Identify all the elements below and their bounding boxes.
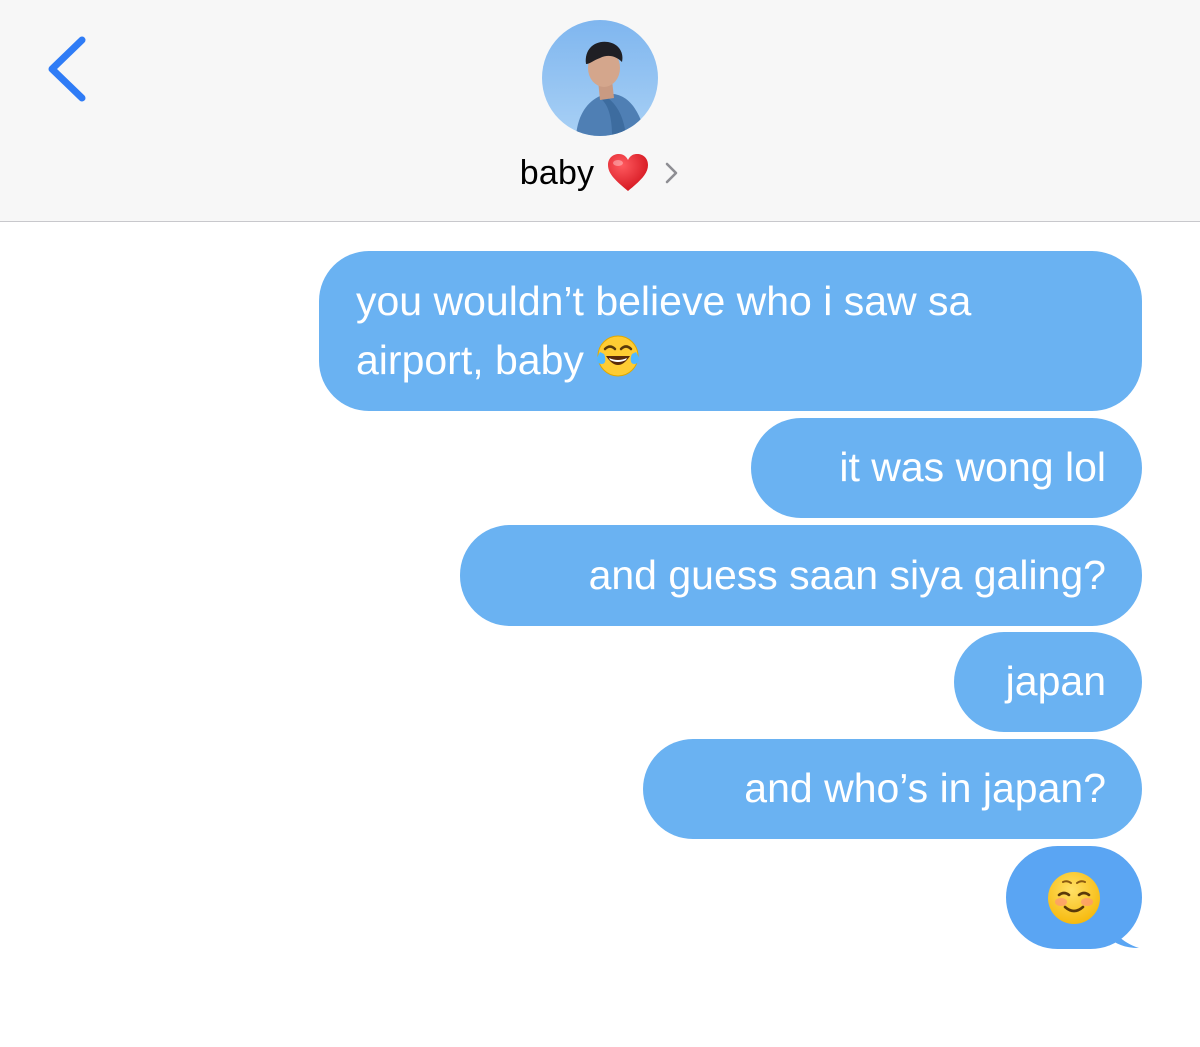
message-bubble[interactable]: japan	[954, 632, 1142, 732]
conversation-header: baby	[0, 0, 1200, 222]
message-bubble[interactable]: you wouldn’t believe who i saw sa airpor…	[319, 251, 1142, 411]
message-text: and who’s in japan?	[744, 765, 1106, 811]
chevron-left-icon	[48, 36, 86, 102]
contact-avatar[interactable]	[542, 20, 658, 136]
chevron-right-icon	[664, 160, 680, 186]
message-text: japan	[1005, 658, 1106, 704]
back-button[interactable]	[38, 30, 98, 110]
message-bubble[interactable]: and who’s in japan?	[643, 739, 1142, 839]
message-text: it was wong lol	[839, 444, 1106, 490]
red-heart-icon	[606, 153, 650, 193]
message-text: and guess saan siya galing?	[588, 552, 1106, 598]
bubble-tail	[1107, 918, 1157, 950]
message-text-line2: airport, baby	[356, 331, 1098, 390]
contact-details-link[interactable]: baby	[0, 148, 1200, 198]
message-bubble[interactable]: it was wong lol	[751, 418, 1142, 518]
contact-name: baby	[519, 153, 595, 192]
smiling-face-icon	[1045, 869, 1103, 927]
face-with-tears-of-joy-icon	[594, 332, 642, 380]
message-text: you wouldn’t believe who i saw sa	[356, 278, 972, 324]
message-bubble[interactable]: and guess saan siya galing?	[460, 525, 1142, 626]
